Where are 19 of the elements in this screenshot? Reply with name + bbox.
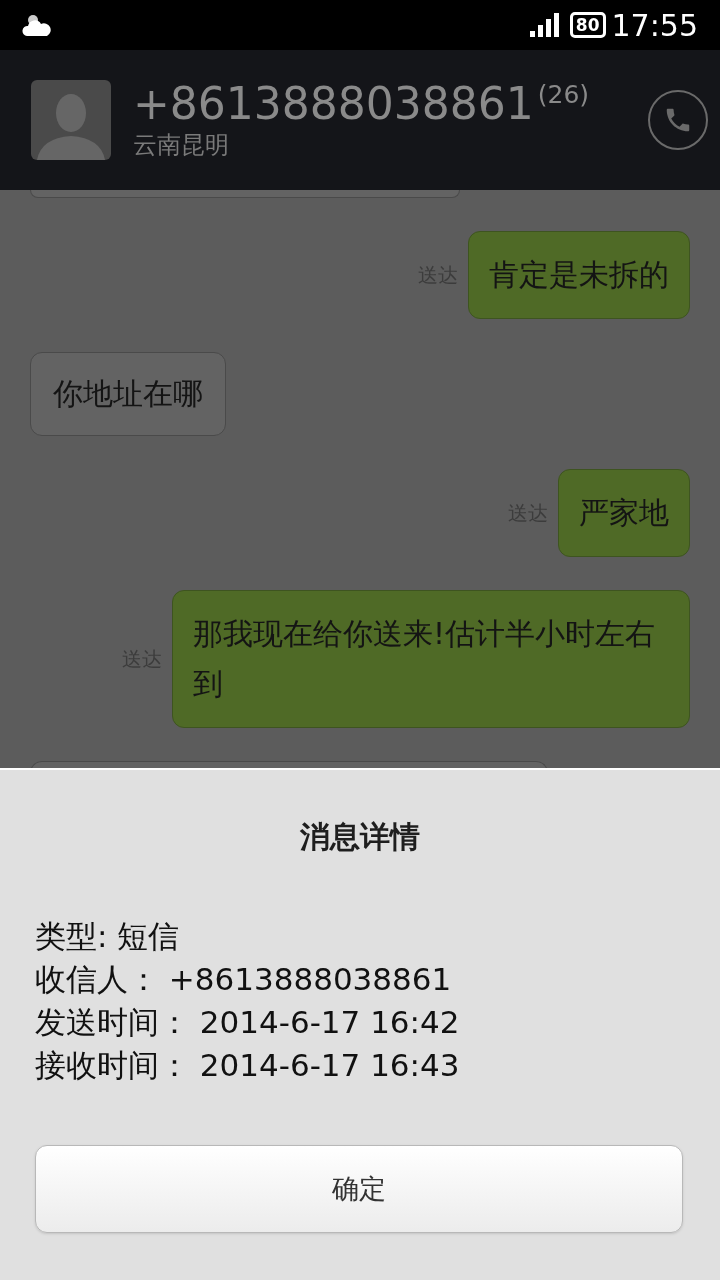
status-time: 17:55 <box>611 6 698 45</box>
message-bubble: 你地址在哪 <box>30 352 226 436</box>
detail-line: 发送时间： 2014-6-17 16:42 <box>35 1003 461 1042</box>
message-count: (26) <box>537 79 590 111</box>
weather-icon <box>22 12 52 38</box>
battery-indicator: 80 <box>569 12 606 38</box>
ok-button[interactable]: 确定 <box>35 1145 683 1233</box>
message-bubble: 肯定是未拆的 <box>468 231 690 319</box>
message-bubble: 那我现在给你送来!估计半小时左右到 <box>172 590 690 728</box>
dialog-title: 消息详情 <box>299 818 421 856</box>
call-button[interactable] <box>648 90 708 150</box>
signal-icon <box>529 13 560 37</box>
contact-number: +8613888038861 <box>133 79 534 129</box>
detail-line: 类型: 短信 <box>35 917 181 956</box>
message-bubble: 严家地 <box>558 469 690 557</box>
detail-line: 收信人： +8613888038861 <box>35 960 453 999</box>
contact-location: 云南昆明 <box>133 130 230 161</box>
avatar-icon <box>31 80 111 160</box>
detail-line: 接收时间： 2014-6-17 16:43 <box>35 1046 461 1085</box>
